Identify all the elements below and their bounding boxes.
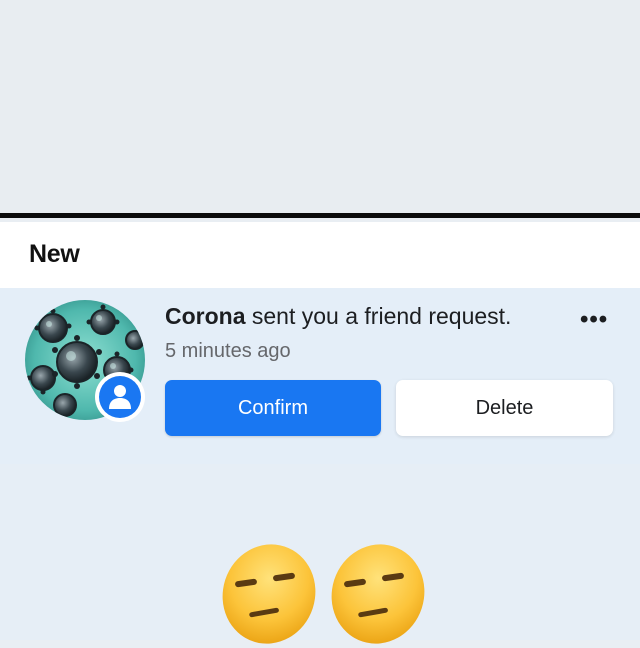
delete-button[interactable]: Delete [396, 380, 613, 436]
more-options-icon[interactable]: ••• [580, 306, 608, 334]
expressionless-face-icon [331, 544, 425, 644]
section-header [0, 222, 640, 288]
confirm-button[interactable]: Confirm [165, 380, 381, 436]
message-text: sent you a friend request. [245, 303, 512, 329]
blank-top-area [0, 0, 640, 213]
confirm-button-label: Confirm [237, 396, 308, 419]
section-title: New [29, 240, 80, 268]
sender-name[interactable]: Corona [165, 303, 246, 329]
delete-button-label: Delete [475, 396, 534, 419]
friend-badge [95, 372, 145, 422]
expressionless-face-icon [222, 544, 316, 644]
timestamp: 5 minutes ago [165, 340, 291, 362]
divider-line [0, 213, 640, 218]
notification-message: Corona sent you a friend request. [165, 303, 511, 330]
person-icon [109, 385, 131, 409]
